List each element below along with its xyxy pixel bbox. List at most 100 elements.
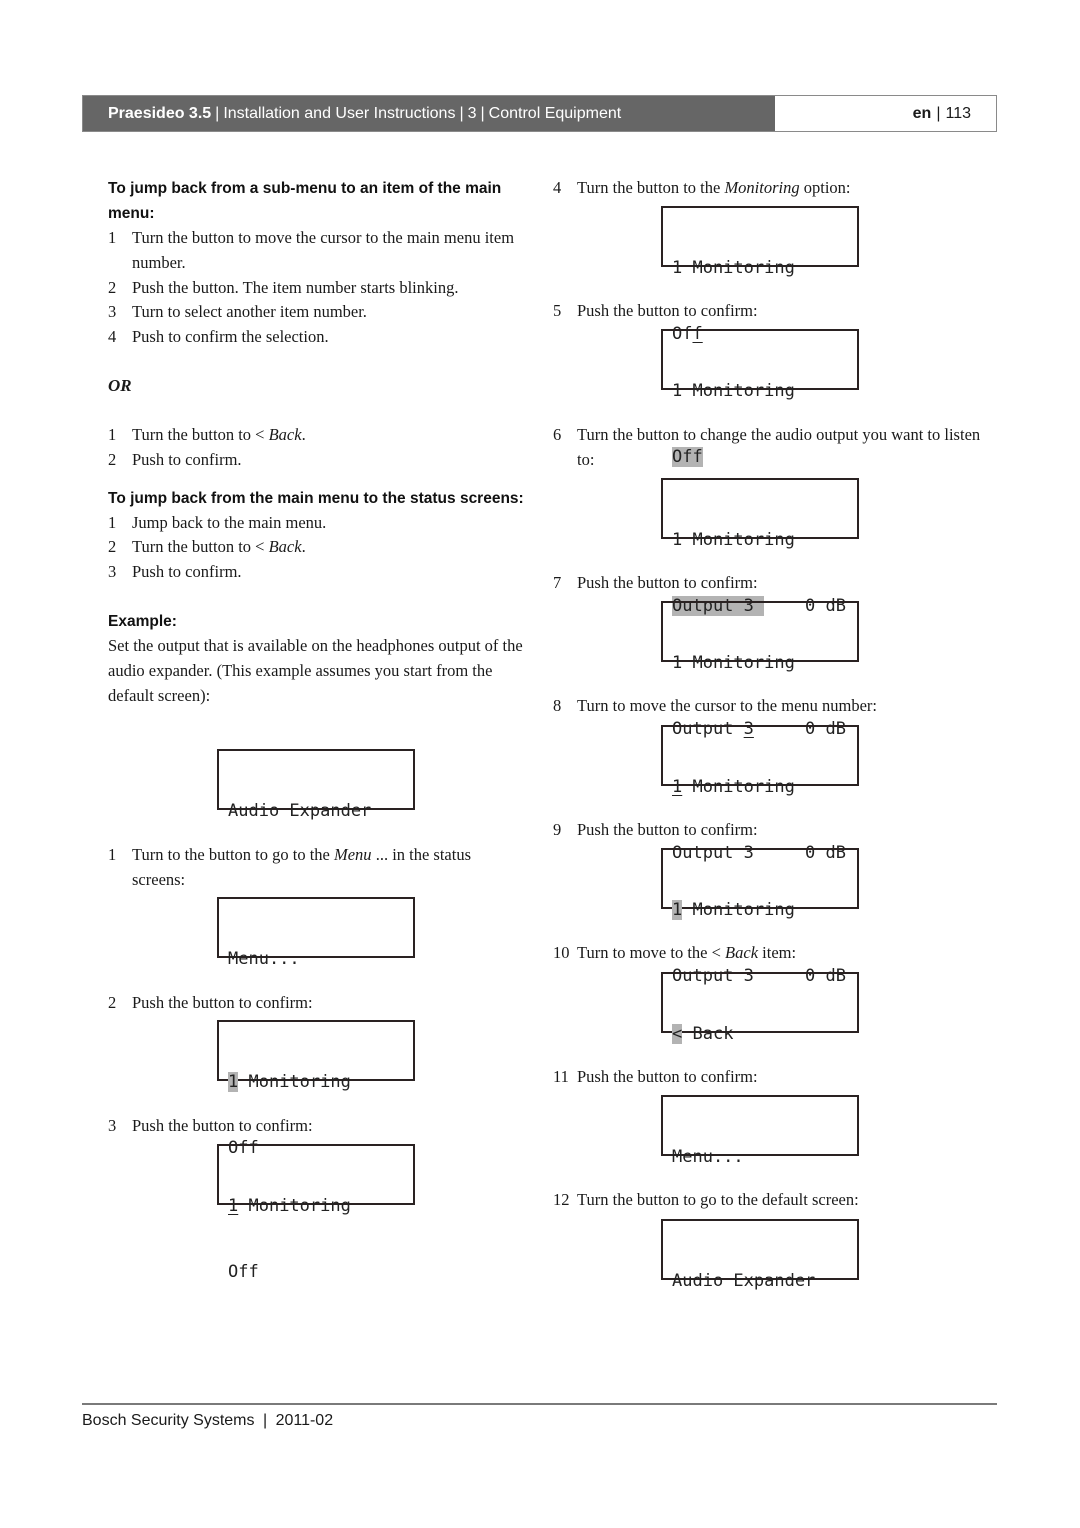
list-item: 5 Push the button to confirm: (553, 299, 983, 324)
lcd-line: < Back (672, 1024, 734, 1044)
step-text: Turn the button to move the cursor to th… (132, 228, 515, 272)
step-text: Turn to select another item number. (132, 302, 367, 322)
lcd-line: Menu... (672, 1147, 744, 1167)
list-item: 3 Push the button to confirm: (108, 1114, 528, 1139)
list-item: 2 Push to confirm. (108, 448, 528, 473)
example-heading: Example: (108, 612, 177, 630)
lcd-line: 1 Monitoring (672, 530, 795, 550)
step-number: 12 (553, 1190, 570, 1209)
list-item: 10 Turn to move to the < Back item: (553, 941, 983, 966)
step-number: 1 (108, 845, 117, 864)
lcd-cursor: 1 (672, 777, 683, 797)
step-text: Push the button to confirm: (577, 1067, 758, 1086)
company-name: Bosch Security Systems (82, 1412, 255, 1429)
step-number: 1 (108, 424, 117, 444)
step-number: 5 (553, 301, 562, 320)
list-item: 8 Turn to move the cursor to the menu nu… (553, 694, 983, 719)
page-number: 113 (945, 104, 971, 122)
lcd-line: 1 Monitoring (672, 900, 795, 920)
page-header: Praesideo 3.5 | Installation and User In… (82, 95, 997, 132)
step-text: Turn the button to < Back. (132, 424, 306, 444)
lcd-screen-default: Audio Expander (661, 1219, 859, 1291)
lcd-line: Audio Expander (228, 801, 372, 821)
lcd-line: 1 Monitoring (672, 653, 795, 673)
lcd-highlight: 1 (672, 900, 683, 920)
step-text: Turn to move the cursor to the menu numb… (577, 696, 878, 715)
list-item: 3 Turn to select another item number. (108, 300, 528, 325)
lcd-screen-monitoring: 1 Monitoring Off (217, 1144, 415, 1282)
lcd-line: 1 Monitoring (672, 381, 795, 401)
step-number: 8 (553, 696, 562, 715)
list-item: 4 Push to confirm the selection. (108, 325, 528, 350)
lcd-line: 1 Monitoring (672, 258, 795, 278)
step-text: Push the button to confirm: (132, 1116, 313, 1135)
step-number: 2 (108, 993, 117, 1012)
step-text: Push to confirm. (132, 449, 242, 469)
document-title: Installation and User Instructions (223, 104, 456, 122)
step-number: 1 (108, 228, 117, 247)
step-number: 4 (553, 178, 562, 197)
step-number: 2 (108, 449, 117, 469)
lcd-screen-monitoring: 1 Monitoring Off (217, 1020, 415, 1158)
lcd-screen-output: 1 Monitoring Output 30 dB (661, 601, 859, 739)
lcd-screen-default: Audio Expander (217, 749, 415, 821)
step-text: Turn to move to the < Back item: (577, 943, 797, 962)
lcd-screen-output: 1 Monitoring Output 3 0 dB (661, 478, 859, 616)
header-page-info: en | 113 (775, 96, 996, 131)
step-text: Push the button to confirm: (577, 301, 758, 320)
lcd-line: Menu... (228, 949, 300, 969)
section-heading: To jump back from a sub-menu to an item … (108, 180, 502, 222)
lcd-screen-monitoring: 1 Monitoring Off (661, 206, 859, 344)
list-item: 1 Turn the button to < Back. (108, 423, 528, 448)
back-chevron-icon: < (672, 1024, 683, 1044)
footer-separator: | (262, 1412, 268, 1429)
manual-page: Praesideo 3.5 | Installation and User In… (0, 0, 1080, 1528)
list-item: 6 Turn the button to change the audio ou… (553, 423, 983, 473)
step-text: Turn the button to the Monitoring option… (577, 178, 851, 197)
step-text: Turn to the button to go to the Menu ...… (132, 845, 472, 889)
language-code: en (912, 104, 932, 122)
step-number: 9 (553, 820, 562, 839)
list-item: 2 Push the button to confirm: (108, 991, 528, 1016)
footer-divider (82, 1403, 997, 1405)
lcd-screen-back: < Back (661, 972, 859, 1044)
lcd-line: 1 Monitoring (672, 777, 795, 797)
list-item: 3 Push to confirm. (108, 560, 528, 585)
step-number: 2 (108, 537, 117, 557)
list-item: 1 Turn to the button to go to the Menu .… (108, 843, 528, 893)
chapter-title: Control Equipment (488, 104, 622, 122)
lcd-highlight: 1 (228, 1072, 239, 1092)
header-separator: | (936, 104, 941, 122)
step-number: 10 (553, 943, 570, 962)
step-number: 1 (108, 512, 117, 532)
header-title-bar: Praesideo 3.5 | Installation and User In… (83, 96, 775, 131)
chapter-number: 3 (467, 104, 477, 122)
lcd-line: Audio Expander (672, 1271, 816, 1291)
step-text: Push the button to confirm: (577, 820, 758, 839)
step-text: Jump back to the main menu. (132, 512, 327, 532)
header-separator: | (480, 104, 485, 122)
step-text: Push the button to confirm: (577, 573, 758, 592)
step-number: 3 (108, 302, 117, 322)
list-item: 2 Push the button. The item number starts… (108, 276, 528, 301)
list-item: 12 Turn the button to go to the default … (553, 1188, 983, 1213)
list-item: 9 Push the button to confirm: (553, 818, 983, 843)
lcd-cursor: 1 (228, 1196, 239, 1216)
page-footer: Bosch Security Systems | 2011-02 (82, 1412, 333, 1430)
lcd-screen-monitoring: 1 Monitoring Off (661, 329, 859, 467)
lcd-screen-menu: Menu... (661, 1095, 859, 1167)
list-item: 4 Turn the button to the Monitoring opti… (553, 176, 983, 201)
header-separator: | (459, 104, 464, 122)
product-name: Praesideo 3.5 (108, 104, 212, 122)
step-text: Push the button to confirm: (132, 993, 313, 1012)
step-text: Push to confirm the selection. (132, 327, 329, 347)
example-intro: Set the output that is available on the … (108, 635, 523, 705)
step-text: Push the button. The item number starts … (132, 277, 459, 297)
lcd-screen-menu: Menu... (217, 897, 415, 969)
lcd-screen-output: 1 Monitoring Output 30 dB (661, 725, 859, 863)
lcd-line: Off (228, 1262, 259, 1282)
section-heading: To jump back from the main menu to the s… (108, 489, 524, 507)
list-item: 1 Turn the button to move the cursor to t… (108, 226, 528, 276)
step-text: Push to confirm. (132, 562, 242, 582)
step-number: 4 (108, 327, 117, 347)
